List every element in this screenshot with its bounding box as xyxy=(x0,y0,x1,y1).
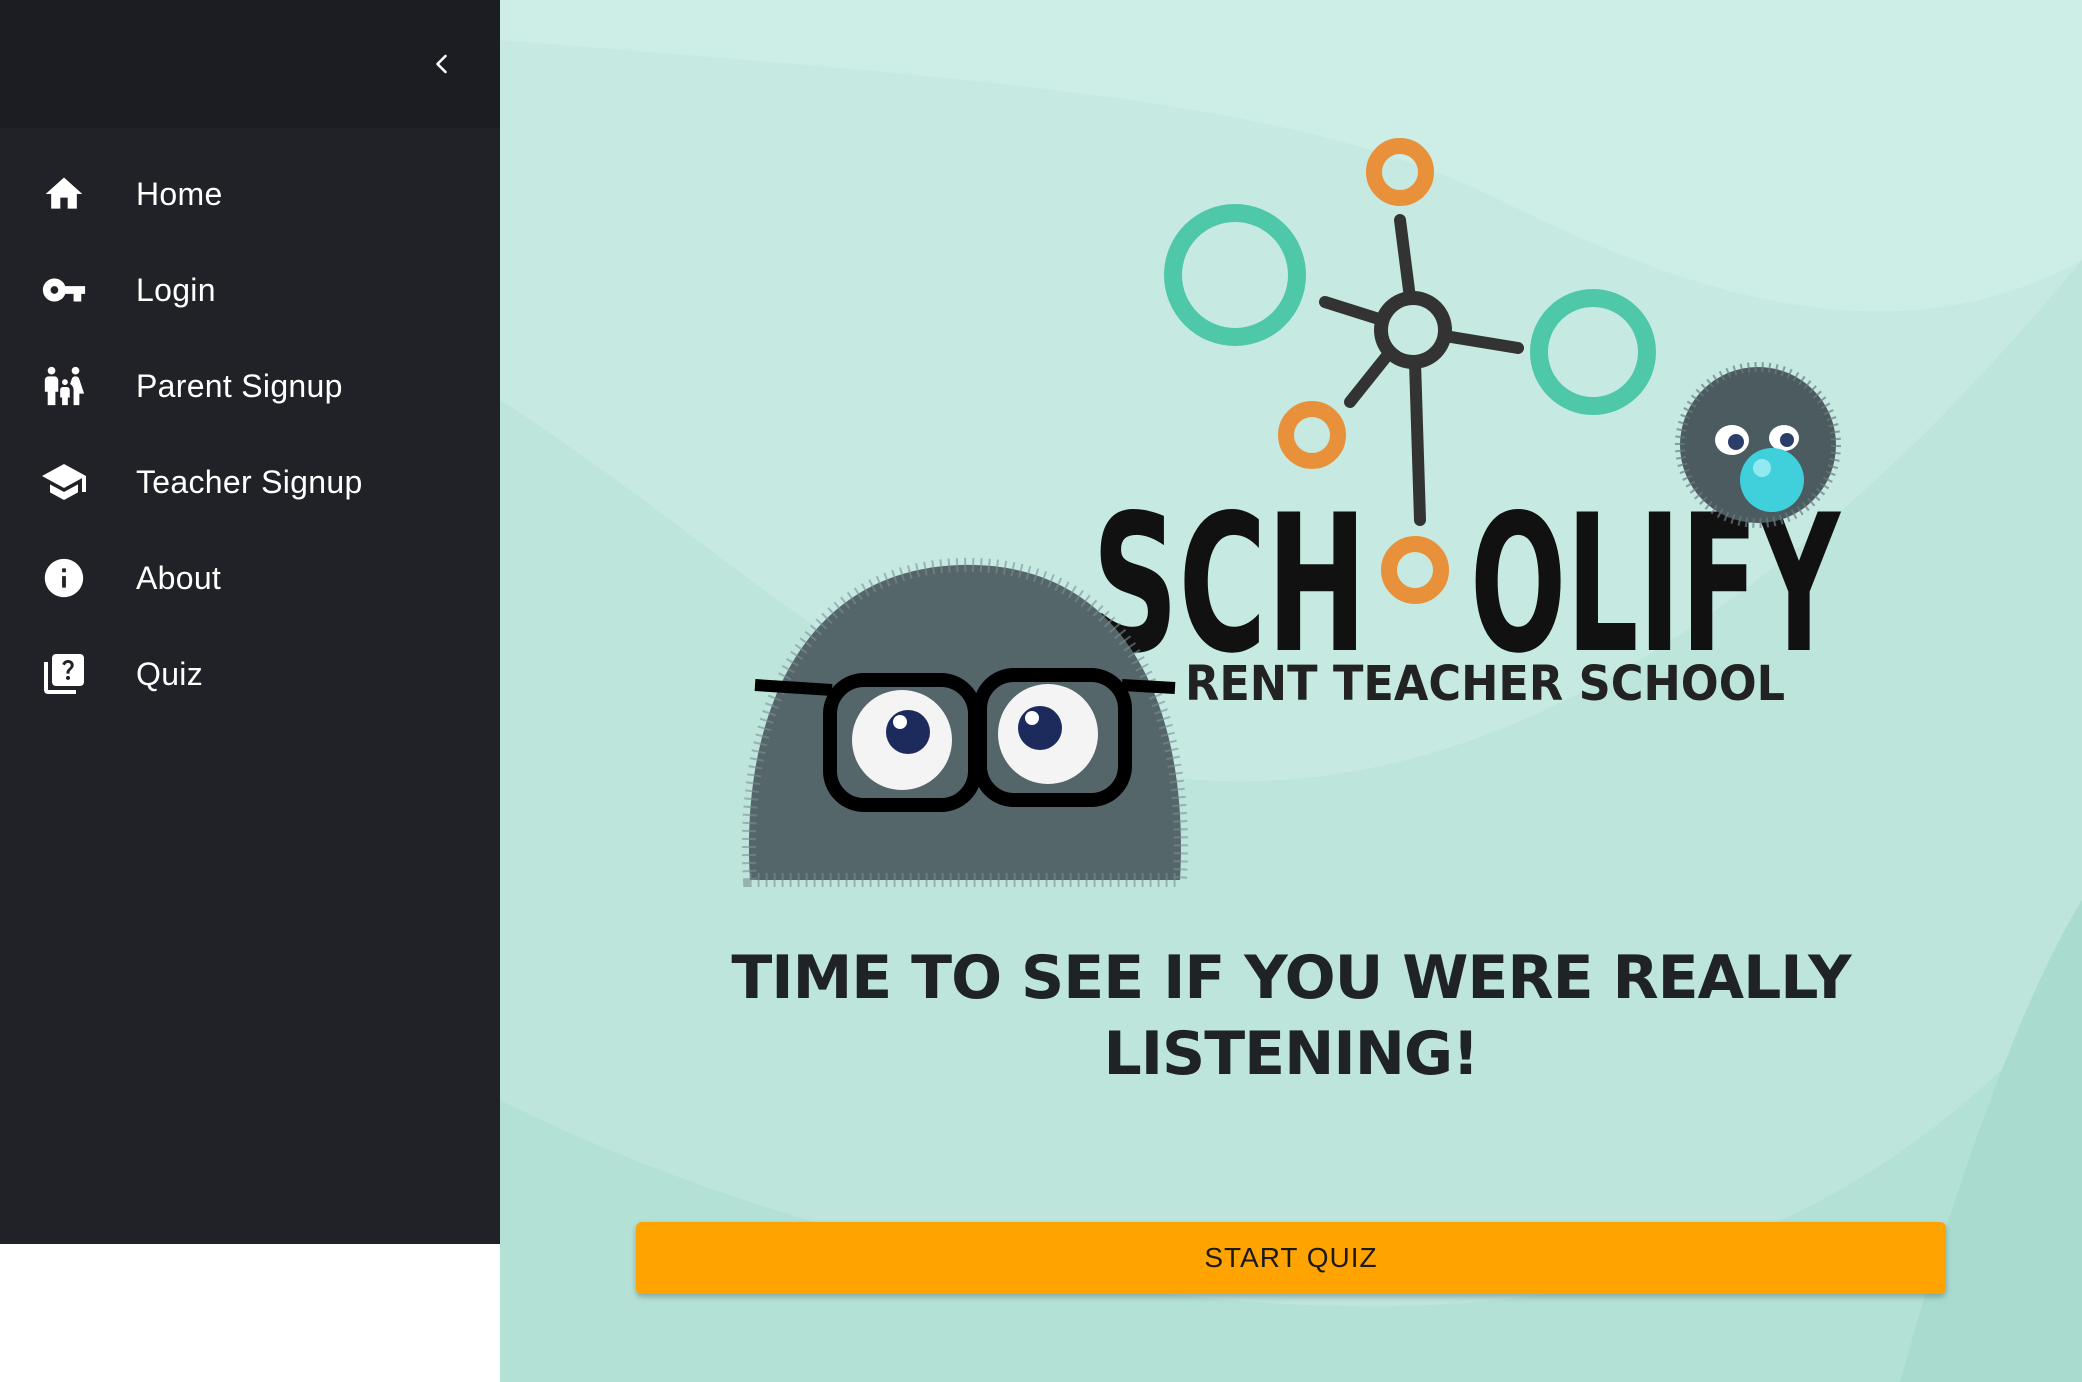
home-icon xyxy=(40,170,88,218)
sidebar-item-label: Parent Signup xyxy=(136,367,343,404)
schoolify-logo: SCH OLIFY RENT TEACHER SCHOOL xyxy=(742,138,1841,887)
sidebar-item-label: Home xyxy=(136,175,223,212)
sidebar-item-label: Teacher Signup xyxy=(136,463,363,500)
sidebar-item-parent-signup[interactable]: Parent Signup xyxy=(0,342,500,430)
sidebar-item-home[interactable]: Home xyxy=(0,150,500,238)
sidebar: Home Login Parent Signup Teacher Signup xyxy=(0,0,500,1244)
sidebar-item-teacher-signup[interactable]: Teacher Signup xyxy=(0,438,500,526)
logo-tagline: RENT TEACHER SCHOOL xyxy=(1185,656,1785,712)
sidebar-item-quiz[interactable]: Quiz xyxy=(0,630,500,718)
family-icon xyxy=(40,362,88,410)
quiz-icon xyxy=(40,650,88,698)
sidebar-item-label: Quiz xyxy=(136,655,203,692)
info-icon xyxy=(40,554,88,602)
main-content: SCH OLIFY RENT TEACHER SCHOOL TIME TO SE… xyxy=(500,0,2082,1382)
sidebar-item-label: About xyxy=(136,559,222,596)
quiz-headline: TIME TO SEE IF YOU WERE REALLY LISTENING… xyxy=(500,940,2082,1092)
headline-line-1: TIME TO SEE IF YOU WERE REALLY xyxy=(731,943,1851,1013)
headline-line-2: LISTENING! xyxy=(1103,1019,1479,1089)
start-quiz-button[interactable]: START QUIZ xyxy=(636,1222,1946,1294)
sidebar-item-login[interactable]: Login xyxy=(0,246,500,334)
chevron-left-icon xyxy=(436,54,447,74)
sidebar-header xyxy=(0,0,500,128)
key-icon xyxy=(40,266,88,314)
sidebar-item-about[interactable]: About xyxy=(0,534,500,622)
sidebar-item-label: Login xyxy=(136,271,216,308)
small-creature-illustration xyxy=(1675,362,1841,528)
app-root: Home Login Parent Signup Teacher Signup xyxy=(0,0,2082,1382)
graduation-cap-icon xyxy=(40,458,88,506)
collapse-sidebar-button[interactable] xyxy=(418,38,466,90)
